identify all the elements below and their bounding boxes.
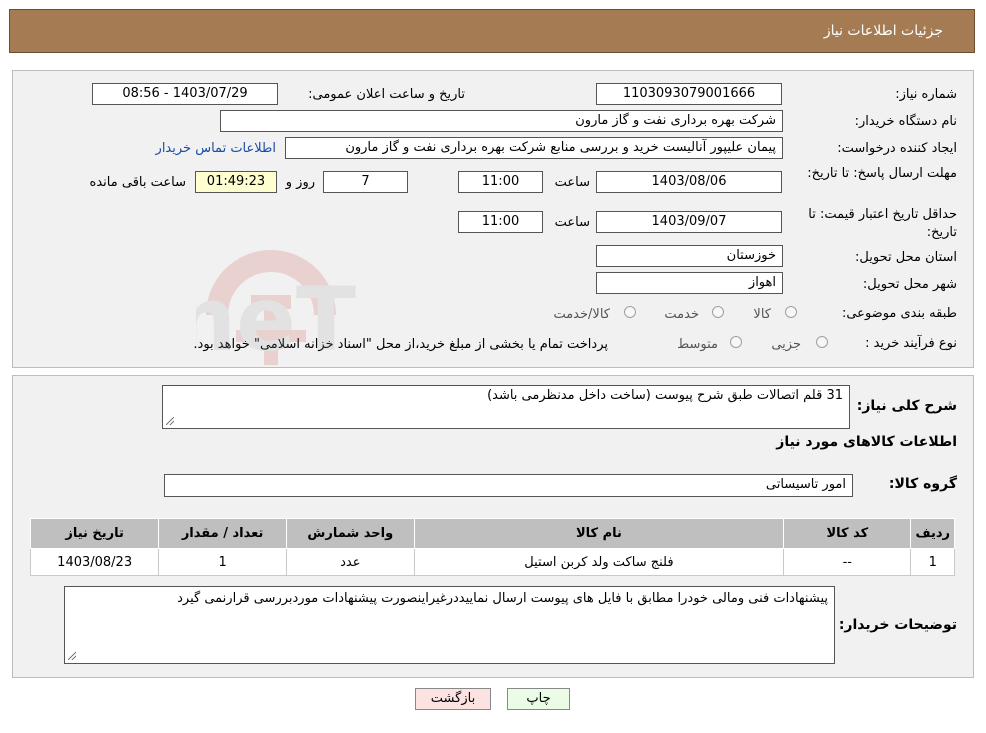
summary-textarea[interactable]: 31 قلم اتصالات طبق شرح پیوست (ساخت داخل …: [162, 385, 850, 429]
table-row: 1 -- فلنج ساکت ولد کربن استیل عدد 1 1403…: [29, 548, 955, 576]
cell-row: 1: [910, 548, 955, 576]
days-field: 7: [323, 171, 408, 193]
buyer-notes-textarea[interactable]: پیشنهادات فنی ومالی خودرا مطابق با فایل …: [64, 586, 835, 664]
creator-field: پیمان علیپور آنالیست خرید و بررسی منابع …: [285, 137, 783, 159]
summary-text: 31 قلم اتصالات طبق شرح پیوست (ساخت داخل …: [487, 388, 843, 403]
province-label: استان محل تحویل:: [855, 250, 957, 265]
col-header-row: ردیف: [910, 518, 955, 549]
validity-date-field: 1403/09/07: [596, 211, 782, 233]
validity-time-label: ساعت: [554, 215, 590, 230]
category-option-goods-service: کالا/خدمت: [553, 307, 610, 322]
page-header: جزئیات اطلاعات نیاز: [9, 9, 975, 53]
cell-code: --: [783, 548, 912, 576]
print-button[interactable]: چاپ: [507, 688, 570, 710]
province-field: خوزستان: [596, 245, 783, 267]
goods-info-title: اطلاعات کالاهای مورد نیاز: [776, 434, 957, 450]
goods-table: ردیف کد کالا نام کالا واحد شمارش تعداد /…: [29, 518, 955, 576]
announce-field: 1403/07/29 - 08:56: [92, 83, 278, 105]
validity-time-field: 11:00: [458, 211, 543, 233]
need-number-label: شماره نیاز:: [895, 87, 957, 102]
deadline-time-field: 11:00: [458, 171, 543, 193]
col-header-unit: واحد شمارش: [285, 518, 415, 549]
col-header-name: نام کالا: [413, 518, 785, 549]
cell-date: 1403/08/23: [29, 548, 160, 576]
col-header-date: تاریخ نیاز: [29, 518, 160, 549]
buyer-org-field: شرکت بهره برداری نفت و گاز مارون: [220, 110, 783, 132]
validity-label: حداقل تاریخ اعتبار قیمت: تا تاریخ:: [808, 207, 957, 240]
process-option-medium: متوسط: [677, 337, 718, 352]
buyer-notes-text: پیشنهادات فنی ومالی خودرا مطابق با فایل …: [177, 591, 828, 606]
contact-buyer-link[interactable]: اطلاعات تماس خریدار: [156, 141, 276, 156]
category-option-goods: کالا: [753, 307, 771, 322]
process-label: نوع فرآیند خرید :: [865, 336, 957, 351]
process-radio-minor[interactable]: [816, 336, 828, 348]
goods-table-header: ردیف کد کالا نام کالا واحد شمارش تعداد /…: [29, 518, 955, 549]
city-field: اهواز: [596, 272, 783, 294]
cell-name: فلنج ساکت ولد کربن استیل: [413, 548, 785, 576]
category-radio-goods-service[interactable]: [624, 306, 636, 318]
deadline-label: مهلت ارسال پاسخ: تا تاریخ:: [807, 166, 957, 181]
category-label: طبقه بندی موضوعی:: [841, 306, 957, 321]
col-header-qty: تعداد / مقدار: [158, 518, 287, 549]
process-option-minor: جزیی: [771, 337, 801, 352]
process-radio-medium[interactable]: [730, 336, 742, 348]
resize-grip-icon[interactable]: [68, 652, 76, 660]
process-note: پرداخت تمام یا بخشی از مبلغ خرید،از محل …: [193, 337, 608, 352]
need-number-field: 1103093079001666: [596, 83, 782, 105]
group-field: امور تاسیساتی: [164, 474, 853, 497]
city-label: شهر محل تحویل:: [862, 277, 957, 292]
col-header-code: کد کالا: [783, 518, 912, 549]
remaining-time-field: 01:49:23: [195, 171, 277, 193]
announce-label: تاریخ و ساعت اعلان عمومی:: [308, 87, 465, 102]
days-label: روز و: [285, 175, 315, 190]
category-radio-service[interactable]: [712, 306, 724, 318]
buyer-org-label: نام دستگاه خریدار:: [854, 114, 957, 129]
deadline-time-label: ساعت: [554, 175, 590, 190]
resize-grip-icon[interactable]: [166, 417, 174, 425]
cell-unit: عدد: [285, 548, 415, 576]
summary-label: شرح کلی نیاز:: [856, 398, 957, 414]
page-title: جزئیات اطلاعات نیاز: [823, 23, 943, 39]
category-radio-goods[interactable]: [785, 306, 797, 318]
back-button[interactable]: بازگشت: [415, 688, 491, 710]
category-option-service: خدمت: [664, 307, 699, 322]
group-label: گروه کالا:: [888, 476, 957, 492]
buyer-notes-label: توضیحات خریدار:: [838, 617, 957, 633]
deadline-date-field: 1403/08/06: [596, 171, 782, 193]
remaining-label: ساعت باقی مانده: [89, 175, 186, 190]
creator-label: ایجاد کننده درخواست:: [837, 141, 957, 156]
cell-qty: 1: [158, 548, 287, 576]
